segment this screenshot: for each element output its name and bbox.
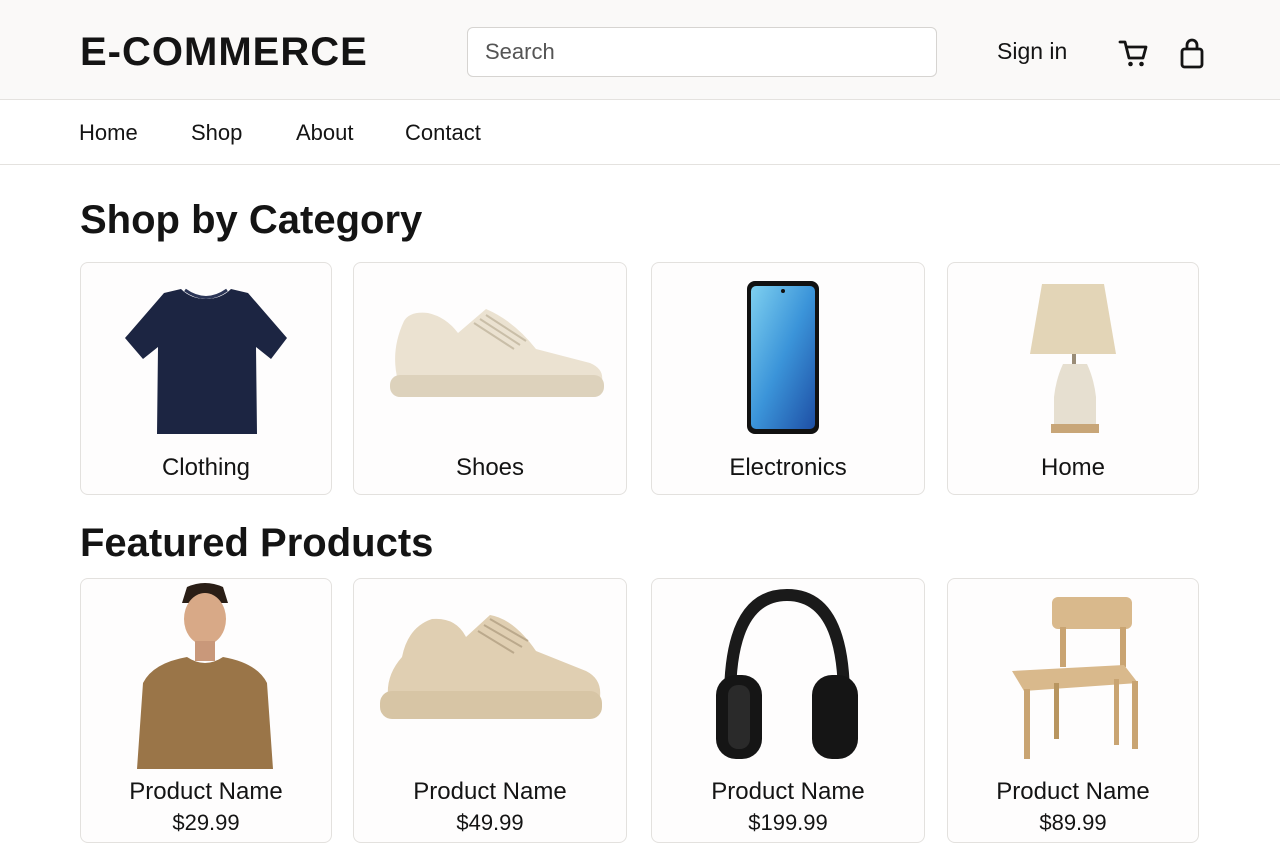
nav-item-home[interactable]: Home — [79, 120, 138, 146]
category-section-title: Shop by Category — [80, 198, 423, 242]
product-price: $49.99 — [456, 810, 524, 835]
product-name: Product Name — [413, 778, 567, 805]
search-box[interactable] — [467, 27, 937, 77]
category-label: Clothing — [161, 454, 251, 481]
sign-in-link[interactable]: Sign in — [997, 38, 1067, 65]
smartphone-image — [747, 281, 819, 434]
product-name: Product Name — [711, 778, 865, 805]
tshirt-image — [125, 288, 287, 434]
headphones-image — [716, 588, 858, 759]
category-label: Home — [1040, 454, 1106, 481]
bag-icon[interactable] — [1179, 37, 1205, 69]
product-name: Product Name — [129, 778, 283, 805]
product-card[interactable]: Product Name $199.99 — [651, 578, 925, 843]
category-card-clothing[interactable]: Clothing — [80, 262, 332, 495]
nav-item-contact[interactable]: Contact — [405, 120, 481, 146]
product-card[interactable]: Product Name $49.99 — [353, 578, 627, 843]
chair-image — [1012, 597, 1138, 759]
category-card-home[interactable]: Home — [947, 262, 1199, 495]
product-card[interactable]: Product Name $89.99 — [947, 578, 1199, 843]
product-name: Product Name — [996, 778, 1150, 805]
sneaker-image — [390, 309, 604, 397]
category-label: Electronics — [729, 454, 847, 481]
lamp-image — [1030, 284, 1116, 433]
main-nav: Home Shop About Contact — [0, 100, 1280, 165]
nav-item-about[interactable]: About — [296, 120, 354, 146]
sweater-model-image — [137, 583, 273, 769]
nav-item-shop[interactable]: Shop — [191, 120, 242, 146]
site-header: E-COMMERCE Sign in — [0, 0, 1280, 100]
search-input[interactable] — [468, 28, 936, 76]
product-price: $89.99 — [1039, 810, 1107, 835]
featured-section-title: Featured Products — [80, 521, 434, 565]
category-card-electronics[interactable]: Electronics — [651, 262, 925, 495]
product-price: $199.99 — [748, 810, 828, 835]
cart-icon[interactable] — [1118, 37, 1150, 69]
category-card-shoes[interactable]: Shoes — [353, 262, 627, 495]
site-logo[interactable]: E-COMMERCE — [80, 30, 368, 75]
category-label: Shoes — [455, 454, 525, 481]
product-price: $29.99 — [172, 810, 240, 835]
chunky-sneaker-image — [380, 615, 602, 719]
product-card[interactable]: Product Name $29.99 — [80, 578, 332, 843]
